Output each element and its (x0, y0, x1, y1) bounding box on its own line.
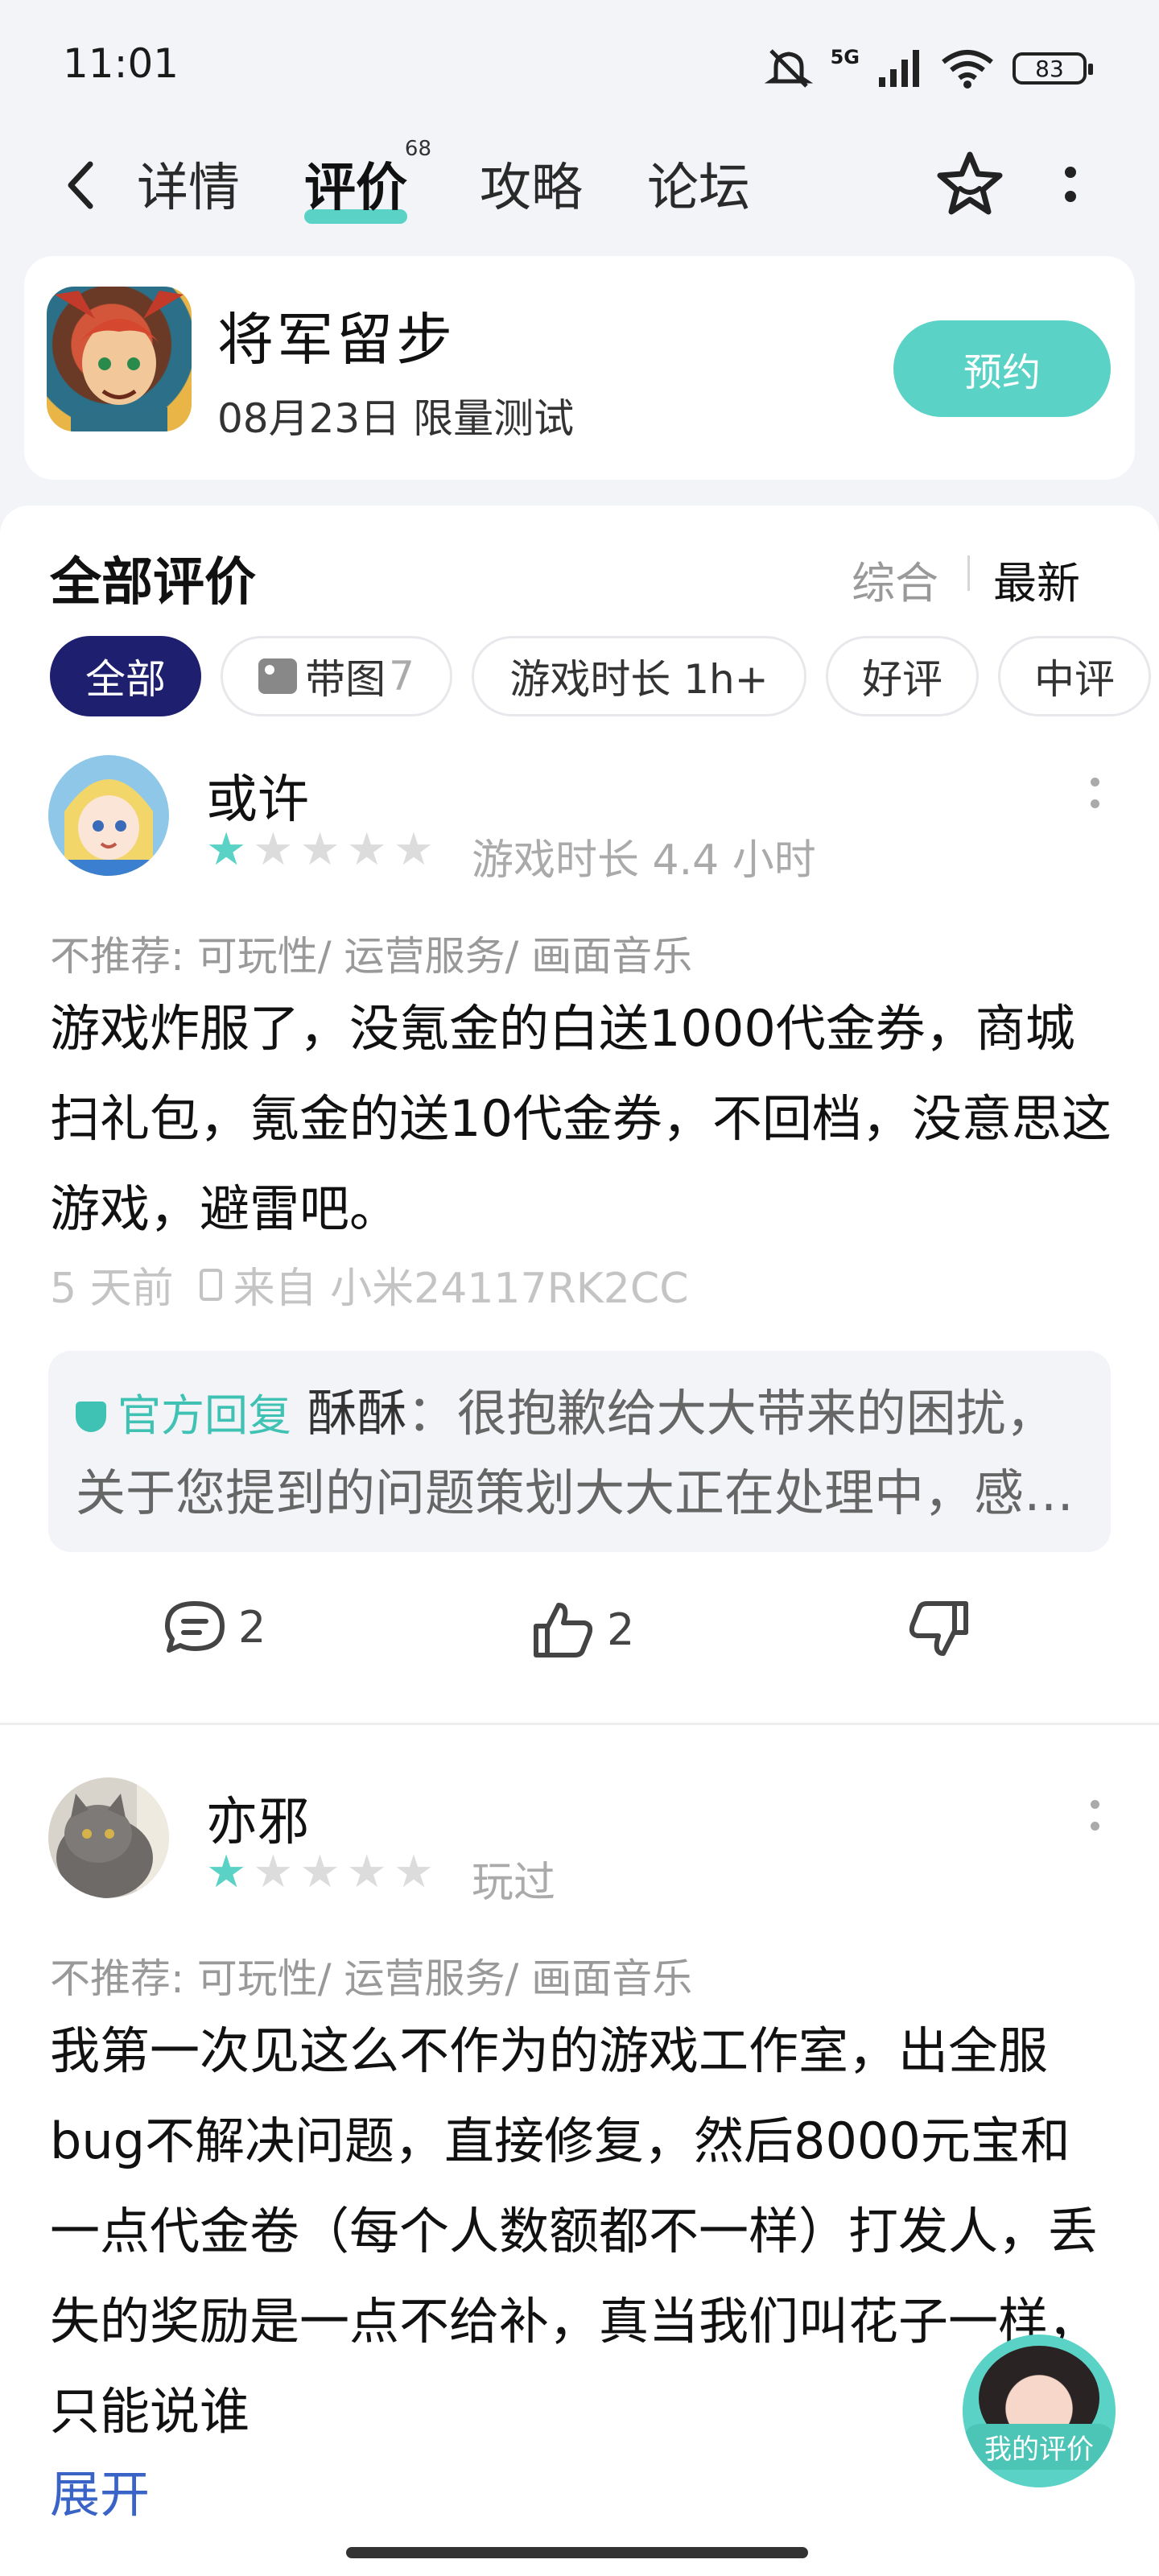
filter-neutral[interactable]: 中评 (998, 636, 1151, 716)
star-rating: ★ ★ ★ ★ ★ (206, 1850, 434, 1895)
filter-positive-label: 好评 (862, 656, 942, 703)
my-review-label: 我的评价 (963, 2424, 1116, 2470)
tab-details[interactable]: 详情 (137, 147, 240, 221)
star-icon: ★ (253, 824, 294, 876)
star-rating: ★ ★ ★ ★ ★ (206, 828, 434, 873)
star-icon: ★ (299, 824, 340, 876)
star-icon: ★ (206, 1846, 247, 1898)
reply-author: 酥酥 (307, 1384, 407, 1443)
reviews-title: 全部评价 (50, 553, 256, 613)
review-playtime: 玩过 (472, 1859, 556, 1907)
wifi-icon (942, 50, 993, 89)
reviews-panel: 全部评价 综合 最新 全部 带图 7 游戏时长 1h+ 好评 中评 或许 ★ ★… (0, 506, 1159, 2576)
game-icon (47, 287, 192, 431)
filter-with-pics[interactable]: 带图 7 (221, 636, 452, 716)
tab-reviews[interactable]: 评价 68 (304, 137, 431, 224)
avatar[interactable] (48, 1777, 169, 1898)
filter-all[interactable]: 全部 (50, 636, 201, 716)
game-card[interactable]: 将军留步 08月23日 限量测试 预约 (24, 256, 1135, 480)
sort-divider (967, 555, 970, 591)
thumbs-down-icon (909, 1601, 968, 1656)
battery-icon: 83 (1013, 52, 1093, 85)
favorite-star-icon[interactable] (934, 148, 1006, 221)
star-icon: ★ (393, 824, 435, 876)
review-time: 5 天前 (50, 1265, 174, 1313)
official-reply[interactable]: 官方回复 酥酥：很抱歉给大大带来的困扰，关于您提到的问题策划大大正在处理中，感谢… (48, 1351, 1111, 1552)
filter-all-label: 全部 (85, 656, 166, 703)
review-meta: 5 天前 来自 小米24117RK2CC (50, 1254, 689, 1315)
battery-level: 83 (1035, 55, 1064, 82)
tab-reviews-label: 评价 (304, 159, 407, 218)
comment-icon (165, 1601, 225, 1653)
tab-forum[interactable]: 论坛 (647, 147, 750, 221)
comment-count: 2 (238, 1601, 266, 1653)
filter-playtime[interactable]: 游戏时长 1h+ (472, 636, 806, 716)
reviewer-name[interactable]: 亦邪 (206, 1781, 309, 1855)
tab-guides[interactable]: 攻略 (480, 147, 583, 221)
network-type: 5G (830, 46, 860, 68)
star-icon: ★ (206, 824, 247, 876)
sort-comprehensive[interactable]: 综合 (852, 547, 938, 611)
filter-with-pics-label: 带图 (305, 656, 386, 703)
like-button[interactable]: 2 (531, 1599, 634, 1660)
back-icon[interactable] (56, 153, 105, 217)
review-actions: 2 2 (0, 1599, 1159, 1671)
review-body: 我第一次见这么不作为的游戏工作室，出全服bug不解决问题，直接修复，然后8000… (50, 2021, 1099, 2441)
reviewer-name[interactable]: 或许 (206, 758, 309, 832)
review-more-icon[interactable] (1091, 778, 1107, 821)
home-indicator[interactable] (346, 2547, 808, 2558)
reviews-count-badge: 68 (404, 137, 431, 161)
sort-latest[interactable]: 最新 (993, 547, 1080, 611)
phone-icon (199, 1268, 222, 1301)
review-body: 游戏炸服了，没氪金的白送1000代金券，商城扫礼包，氪金的送10代金券，不回档，… (50, 999, 1112, 1238)
my-review-button[interactable]: 我的评价 (963, 2334, 1116, 2487)
signal-icon (879, 50, 919, 87)
verified-shield-icon (76, 1402, 106, 1432)
avatar[interactable] (48, 755, 169, 876)
review-tags: 不推荐: 可玩性/ 运营服务/ 画面音乐 (50, 1955, 693, 2002)
review-device: 来自 小米24117RK2CC (233, 1265, 689, 1313)
star-icon: ★ (346, 1846, 387, 1898)
filter-with-pics-count: 7 (389, 653, 415, 700)
filter-neutral-label: 中评 (1034, 656, 1115, 703)
star-icon: ★ (253, 1846, 294, 1898)
top-nav: 详情 评价 68 攻略 论坛 (0, 129, 1159, 242)
official-reply-label: 官方回复 (118, 1390, 291, 1441)
review-divider (0, 1723, 1159, 1725)
comment-button[interactable]: 2 (163, 1599, 266, 1655)
star-icon: ★ (346, 824, 387, 876)
dislike-button[interactable] (906, 1599, 971, 1660)
image-icon (258, 658, 298, 694)
filter-playtime-label: 游戏时长 1h+ (509, 656, 769, 703)
game-release-info: 08月23日 限量测试 (217, 395, 575, 442)
status-time: 11:01 (63, 40, 179, 87)
star-icon: ★ (393, 1846, 435, 1898)
thumbs-up-icon (534, 1603, 593, 1657)
status-icons: 5G 83 (764, 40, 1093, 97)
expand-link[interactable]: 展开 (50, 2454, 150, 2526)
status-bar: 11:01 5G 83 (0, 0, 1159, 129)
like-count: 2 (607, 1604, 635, 1655)
filter-positive[interactable]: 好评 (826, 636, 979, 716)
review-playtime: 游戏时长 4.4 小时 (472, 836, 816, 885)
star-icon: ★ (299, 1846, 340, 1898)
more-options-icon[interactable] (1046, 148, 1095, 221)
game-title: 将军留步 (217, 307, 456, 373)
reserve-button[interactable]: 预约 (893, 320, 1111, 417)
review-tags: 不推荐: 可玩性/ 运营服务/ 画面音乐 (50, 933, 693, 980)
review-more-icon[interactable] (1091, 1800, 1107, 1843)
mute-icon (764, 49, 813, 88)
